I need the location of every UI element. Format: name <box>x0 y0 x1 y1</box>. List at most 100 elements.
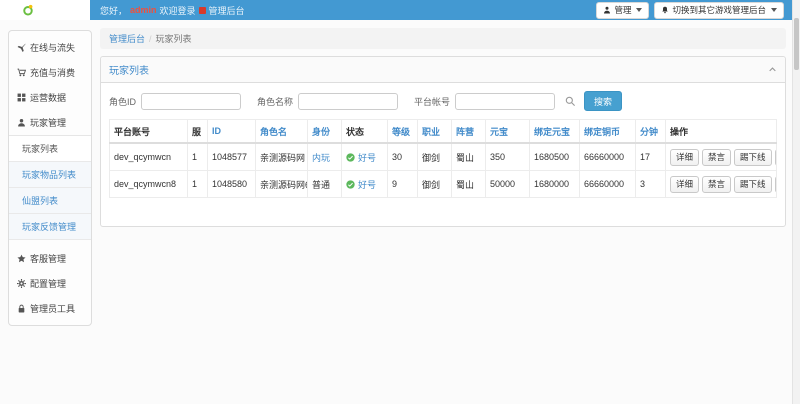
column-header-actions: 操作 <box>666 120 777 144</box>
search-icon[interactable] <box>565 96 576 107</box>
gear-icon <box>16 279 26 288</box>
switch-backend-label: 切换到其它游戏管理后台 <box>672 4 766 16</box>
search-toolbar: 角色ID 角色名称 平台帐号 搜索 <box>101 83 785 117</box>
sidebar-item-label: 充值与消费 <box>30 66 75 79</box>
status-text[interactable]: 好号 <box>358 178 376 191</box>
sidebar-item-label: 玩家管理 <box>30 116 66 129</box>
sidebar-item-admin-tools[interactable]: 管理员工具 <box>9 296 91 321</box>
cell-level: 30 <box>388 143 418 171</box>
cell-job: 御剑 <box>418 171 452 198</box>
search-field-platform-account: 平台帐号 <box>414 93 555 110</box>
site-title: 管理后台 <box>209 4 245 17</box>
action-button-mute[interactable]: 禁言 <box>702 149 731 166</box>
sidebar-subitem-player-feedback[interactable]: 玩家反馈管理 <box>9 214 91 240</box>
cell-role_name: 亲测源码网 <box>256 143 308 171</box>
user-icon <box>603 6 611 14</box>
column-header-role_name[interactable]: 角色名 <box>256 120 308 144</box>
admin-menu-label: 管理 <box>614 4 631 16</box>
cell-platform: dev_qcymwcn <box>110 143 188 171</box>
cell-level: 9 <box>388 171 418 198</box>
cell-job: 御剑 <box>418 143 452 171</box>
column-header-faction[interactable]: 阵营 <box>452 120 486 144</box>
column-header-yuanbao[interactable]: 元宝 <box>486 120 530 144</box>
action-button-login[interactable]: 登录帐号 <box>775 149 777 166</box>
action-button-detail[interactable]: 详细 <box>670 149 699 166</box>
sidebar-menu: 在线与流失充值与消费运营数据玩家管理玩家列表玩家物品列表仙盟列表玩家反馈管理客服… <box>8 30 92 326</box>
search-field-label: 角色名称 <box>257 95 293 108</box>
search-role-id-input[interactable] <box>141 93 241 110</box>
column-header-job[interactable]: 职业 <box>418 120 452 144</box>
sidebar-item-operation-data[interactable]: 运营数据 <box>9 85 91 110</box>
search-platform-account-input[interactable] <box>455 93 555 110</box>
table-row: dev_qcymwcn811048580亲测源码网6普通好号9御剑蜀山50000… <box>110 171 777 198</box>
user-icon <box>16 118 26 127</box>
action-button-kick[interactable]: 踢下线 <box>734 149 772 166</box>
scrollbar-thumb[interactable] <box>794 18 799 70</box>
collapse-panel-icon[interactable] <box>768 65 777 74</box>
logo-zone <box>0 0 90 20</box>
cell-faction: 蜀山 <box>452 143 486 171</box>
action-button-detail[interactable]: 详细 <box>670 176 699 193</box>
column-header-bound_copper[interactable]: 绑定铜币 <box>580 120 636 144</box>
app-logo-icon <box>22 4 34 16</box>
navbar-actions: 管理 切换到其它游戏管理后台 <box>596 2 784 19</box>
sidebar-item-customer-service[interactable]: 客服管理 <box>9 246 91 271</box>
search-field-label: 平台帐号 <box>414 95 450 108</box>
sidebar-item-label: 客服管理 <box>30 252 66 265</box>
breadcrumb-current: 玩家列表 <box>156 34 192 44</box>
sidebar-item-recharge-consume[interactable]: 充值与消费 <box>9 60 91 85</box>
username-text: admin <box>130 5 157 15</box>
search-role-name-input[interactable] <box>298 93 398 110</box>
column-header-bound_yuanbao[interactable]: 绑定元宝 <box>530 120 580 144</box>
column-header-id[interactable]: ID <box>208 120 256 144</box>
identity-text[interactable]: 内玩 <box>312 153 330 163</box>
sidebar-item-label: 在线与流失 <box>30 41 75 54</box>
action-button-kick[interactable]: 踢下线 <box>734 176 772 193</box>
cell-status: 好号 <box>342 143 388 171</box>
cart-icon <box>16 68 26 77</box>
switch-backend-button[interactable]: 切换到其它游戏管理后台 <box>654 2 784 19</box>
column-header-status: 状态 <box>342 120 388 144</box>
player-table: 平台账号服ID角色名身份状态等级职业阵营元宝绑定元宝绑定铜币分钟操作 dev_q… <box>109 119 777 198</box>
cell-bound_copper: 66660000 <box>580 143 636 171</box>
cell-bound_copper: 66660000 <box>580 171 636 198</box>
sidebar-item-player-management[interactable]: 玩家管理 <box>9 110 91 135</box>
top-navbar: 您好，admin 欢迎登录 管理后台 管理 切换到其它游戏管理后台 <box>0 0 800 20</box>
cell-id: 1048580 <box>208 171 256 198</box>
status-text[interactable]: 好号 <box>358 151 376 164</box>
breadcrumb: 管理后台 / 玩家列表 <box>100 28 786 49</box>
admin-menu-button[interactable]: 管理 <box>596 2 649 19</box>
search-button[interactable]: 搜索 <box>584 91 622 111</box>
cell-faction: 蜀山 <box>452 171 486 198</box>
search-field-label: 角色ID <box>109 95 136 108</box>
switch-game-icon <box>661 6 669 14</box>
cell-id: 1048577 <box>208 143 256 171</box>
sidebar-subitem-guild-list[interactable]: 仙盟列表 <box>9 188 91 214</box>
cell-server: 1 <box>188 143 208 171</box>
action-button-mute[interactable]: 禁言 <box>702 176 731 193</box>
caret-down-icon <box>771 8 777 12</box>
breadcrumb-separator: / <box>149 34 152 44</box>
vertical-scrollbar[interactable] <box>792 0 800 404</box>
column-header-identity[interactable]: 身份 <box>308 120 342 144</box>
column-header-minutes[interactable]: 分钟 <box>636 120 666 144</box>
status-badge: 好号 <box>346 178 376 191</box>
sidebar-item-online-loss[interactable]: 在线与流失 <box>9 35 91 60</box>
cell-minutes: 3 <box>636 171 666 198</box>
sidebar-item-label: 管理员工具 <box>30 302 75 315</box>
sidebar-subitem-player-list[interactable]: 玩家列表 <box>9 136 91 162</box>
cell-identity: 普通 <box>308 171 342 198</box>
cell-bound_yuanbao: 1680000 <box>530 171 580 198</box>
sidebar-item-label: 运营数据 <box>30 91 66 104</box>
cell-yuanbao: 50000 <box>486 171 530 198</box>
sidebar-item-config-management[interactable]: 配置管理 <box>9 271 91 296</box>
cell-role_name: 亲测源码网6 <box>256 171 308 198</box>
search-form: 角色ID 角色名称 平台帐号 <box>109 93 555 110</box>
action-button-login[interactable]: 登录帐号 <box>775 176 777 193</box>
column-header-level[interactable]: 等级 <box>388 120 418 144</box>
sidebar-subitem-player-item-list[interactable]: 玩家物品列表 <box>9 162 91 188</box>
breadcrumb-root-link[interactable]: 管理后台 <box>109 34 145 44</box>
sidebar-item-label: 配置管理 <box>30 277 66 290</box>
plane-icon <box>16 43 26 52</box>
admin-backend-page: 您好，admin 欢迎登录 管理后台 管理 切换到其它游戏管理后台 在线与 <box>0 0 800 404</box>
